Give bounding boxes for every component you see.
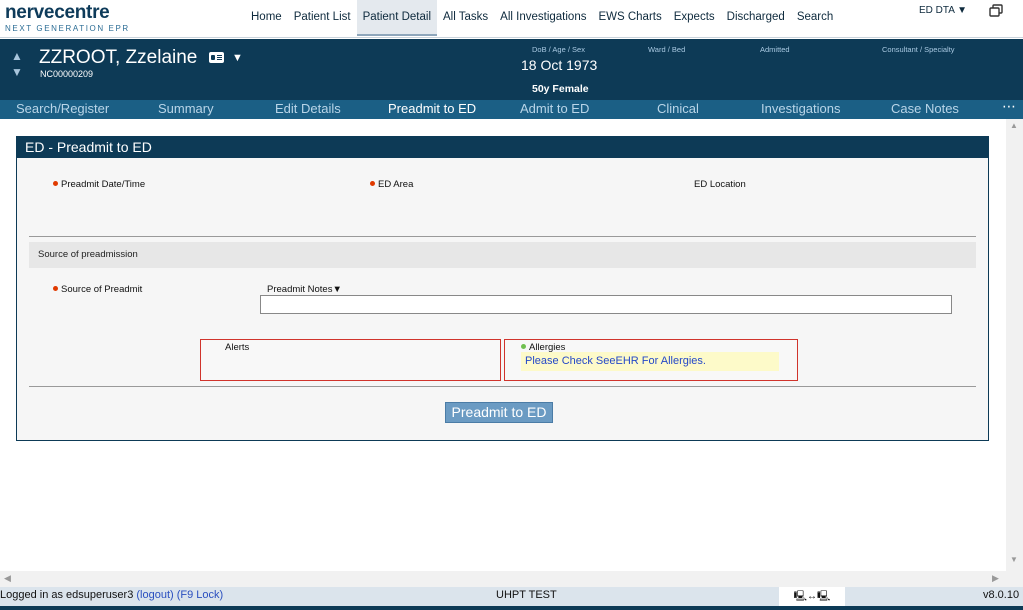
subnav-admit-to-ed[interactable]: Admit to ED: [520, 101, 589, 116]
preadmit-notes-label[interactable]: Preadmit Notes▼: [267, 284, 342, 295]
next-patient-icon[interactable]: ▼: [11, 64, 23, 80]
required-indicator-icon: [53, 181, 58, 186]
preadmit-panel: ED - Preadmit to ED Preadmit Date/Time E…: [16, 136, 989, 441]
topnav-patient-list[interactable]: Patient List: [288, 0, 357, 36]
required-indicator-icon: [370, 181, 375, 186]
subnav-clinical[interactable]: Clinical: [657, 101, 699, 116]
top-bar: nervecentre NEXT GENERATION EPR Home Pat…: [0, 0, 1023, 38]
topnav-home[interactable]: Home: [245, 0, 288, 36]
ward-selector[interactable]: ED DTA ▼: [919, 5, 967, 16]
patient-age-sex: 50y Female: [532, 83, 589, 95]
patient-banner: ▲ ▼ ZZROOT, Zzelaine ▼ NC00000209 DoB / …: [0, 39, 1023, 100]
patient-dob: 18 Oct 1973: [521, 57, 598, 73]
logo-sub-text: NEXT GENERATION EPR: [5, 24, 130, 33]
scrollbar-corner: [1006, 571, 1023, 587]
patient-name: ZZROOT, Zzelaine: [39, 47, 198, 68]
panel-title: ED - Preadmit to ED: [17, 137, 988, 158]
patient-id: NC00000209: [40, 69, 94, 79]
preadmit-datetime-field[interactable]: Preadmit Date/Time: [53, 179, 145, 190]
topnav-patient-detail[interactable]: Patient Detail: [356, 0, 437, 36]
environment-label: UHPT TEST: [496, 589, 557, 601]
connection-status-icon: 🖳↔🖳: [779, 587, 845, 606]
source-section-header: Source of preadmission: [29, 242, 976, 268]
subnav-preadmit-to-ed[interactable]: Preadmit to ED: [388, 101, 476, 116]
subnav-edit-details[interactable]: Edit Details: [275, 101, 341, 116]
more-icon[interactable]: ⋯: [1002, 98, 1016, 115]
patient-name-block: ZZROOT, Zzelaine ▼: [39, 47, 243, 69]
restore-window-icon[interactable]: [989, 4, 1003, 18]
horizontal-scrollbar[interactable]: ◀ ▶: [0, 571, 1006, 587]
divider: [29, 236, 976, 237]
dob-label: DoB / Age / Sex: [532, 45, 585, 54]
ed-location-field[interactable]: ED Location: [694, 179, 746, 190]
topnav-ews-charts[interactable]: EWS Charts: [592, 0, 667, 36]
preadmit-datetime-label: Preadmit Date/Time: [61, 179, 146, 190]
required-indicator-icon: [53, 286, 58, 291]
scroll-up-icon[interactable]: ▲: [1010, 121, 1018, 130]
version-label: v8.0.10: [983, 589, 1020, 601]
top-nav: Home Patient List Patient Detail All Tas…: [245, 0, 839, 36]
ed-area-label: ED Area: [378, 179, 414, 190]
logo-main-text: nervecentre: [5, 2, 110, 23]
topnav-expects[interactable]: Expects: [668, 0, 721, 36]
preadmit-submit-button[interactable]: Preadmit to ED: [445, 402, 553, 423]
ed-area-field[interactable]: ED Area: [370, 179, 413, 190]
topnav-discharged[interactable]: Discharged: [721, 0, 791, 36]
subnav-summary[interactable]: Summary: [158, 101, 214, 116]
id-card-icon[interactable]: [208, 52, 224, 64]
scroll-left-icon[interactable]: ◀: [4, 573, 11, 584]
patient-sub-nav: Search/Register Summary Edit Details Pre…: [0, 98, 1023, 119]
topnav-search[interactable]: Search: [791, 0, 839, 36]
ed-location-label: ED Location: [694, 179, 746, 190]
consultant-label: Consultant / Specialty: [882, 45, 955, 54]
subnav-search-register[interactable]: Search/Register: [16, 101, 109, 116]
source-of-preadmit-label: Source of Preadmit: [61, 284, 143, 295]
logged-in-text: Logged in as edsuperuser3: [0, 589, 134, 601]
patient-nav-arrows: ▲ ▼: [11, 48, 23, 80]
alerts-label: Alerts: [225, 342, 250, 353]
subnav-investigations[interactable]: Investigations: [761, 101, 841, 116]
admitted-label: Admitted: [760, 45, 790, 54]
nervecentre-logo: nervecentre NEXT GENERATION EPR: [5, 3, 130, 33]
topnav-all-investigations[interactable]: All Investigations: [494, 0, 592, 36]
ward-bed-label: Ward / Bed: [648, 45, 686, 54]
lock-link[interactable]: (F9 Lock): [177, 589, 223, 601]
scroll-down-icon[interactable]: ▼: [1010, 555, 1018, 564]
status-bar: Logged in as edsuperuser3 (logout) (F9 L…: [0, 587, 1023, 606]
source-of-preadmit-field[interactable]: Source of Preadmit: [53, 284, 142, 295]
divider: [29, 386, 976, 387]
login-info: Logged in as edsuperuser3 (logout) (F9 L…: [0, 589, 223, 601]
vertical-scrollbar[interactable]: ▲ ▼: [1006, 119, 1023, 571]
status-dot-icon: [521, 344, 526, 349]
bottom-edge: [0, 606, 1023, 610]
topnav-all-tasks[interactable]: All Tasks: [437, 0, 494, 36]
allergies-message: Please Check SeeEHR For Allergies.: [521, 352, 779, 371]
allergies-box: Allergies Please Check SeeEHR For Allerg…: [504, 339, 798, 381]
scroll-right-icon[interactable]: ▶: [992, 573, 999, 584]
subnav-case-notes[interactable]: Case Notes: [891, 101, 959, 116]
logout-link[interactable]: (logout): [136, 589, 173, 601]
prev-patient-icon[interactable]: ▲: [11, 48, 23, 64]
preadmit-notes-input[interactable]: [260, 295, 952, 314]
alerts-box: Alerts: [200, 339, 501, 381]
patient-menu-caret[interactable]: ▼: [232, 52, 243, 64]
